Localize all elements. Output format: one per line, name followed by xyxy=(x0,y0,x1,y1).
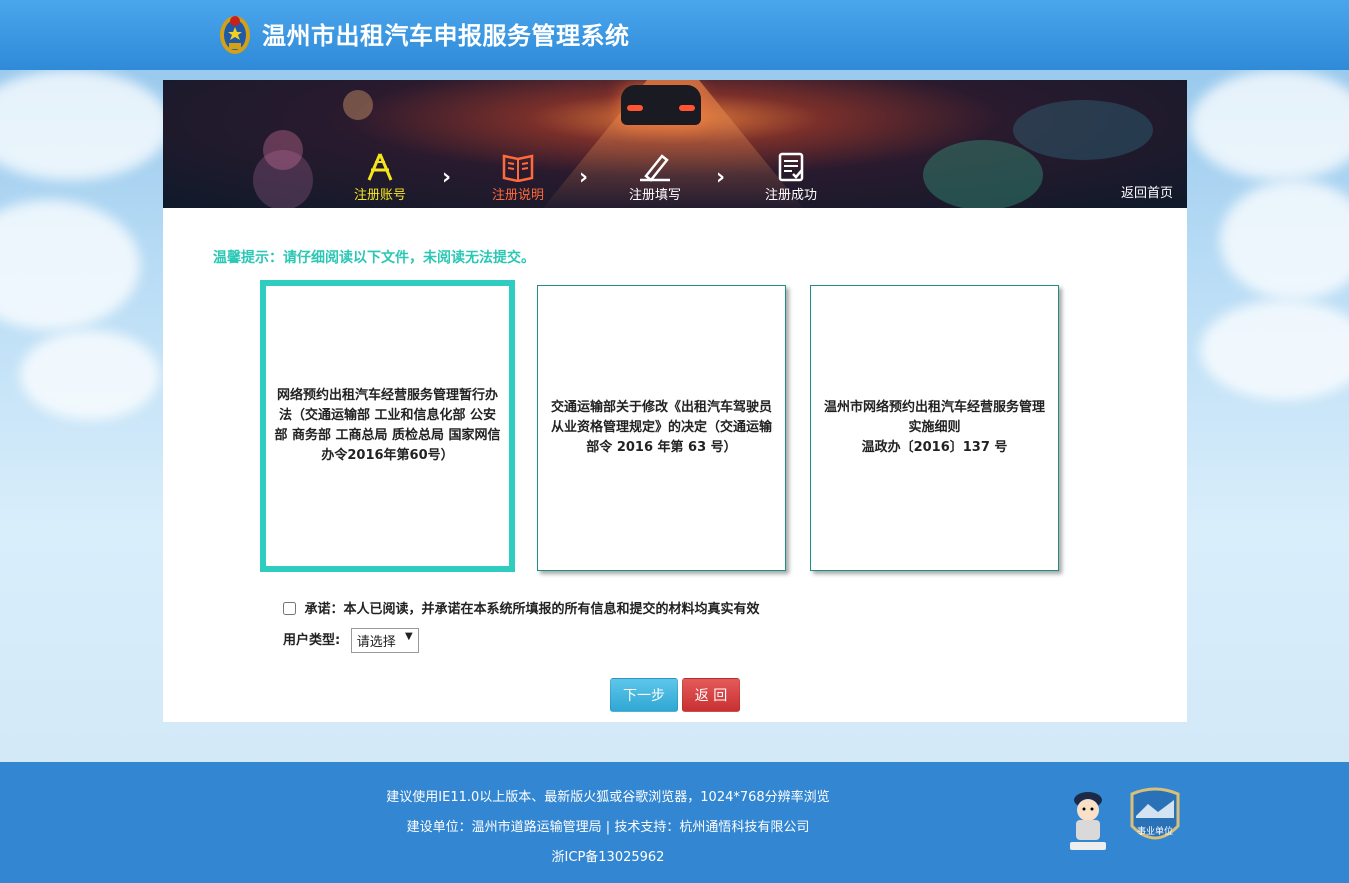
cloud-decoration xyxy=(1190,70,1349,180)
document-card[interactable]: 网络预约出租汽车经营服务管理暂行办法（交通运输部 工业和信息化部 公安部 商务部… xyxy=(260,280,515,572)
cloud-decoration xyxy=(0,200,140,330)
user-type-row: 用户类型: 请选择 ▼ xyxy=(283,628,419,653)
dropdown-arrow-icon: ▼ xyxy=(405,631,413,642)
chevron-right-icon: › xyxy=(442,165,452,190)
top-header: 温州市出租汽车申报服务管理系统 xyxy=(0,0,1349,70)
next-step-button[interactable]: 下一步 xyxy=(610,678,678,712)
badge-text: 事业单位 xyxy=(1136,827,1173,837)
warm-tip: 温馨提示：请仔细阅读以下文件，未阅读无法提交。 xyxy=(213,250,535,266)
cloud-decoration xyxy=(1220,180,1349,300)
bokeh-decoration xyxy=(343,90,373,120)
chevron-right-icon: › xyxy=(579,165,589,190)
public-institution-badge-icon xyxy=(1130,787,1180,840)
document-card[interactable]: 交通运输部关于修改《出租汽车驾驶员从业资格管理规定》的决定（交通运输部令 201… xyxy=(537,285,786,571)
checklist-icon xyxy=(778,152,804,182)
cloud-decoration xyxy=(1200,300,1349,400)
cloud-decoration xyxy=(20,330,160,420)
step-label: 注册填写 xyxy=(628,188,681,203)
document-title: 交通运输部关于修改《出租汽车驾驶员从业资格管理规定》的决定（交通运输部令 201… xyxy=(550,400,772,455)
police-mascot-icon xyxy=(1070,792,1106,850)
document-card[interactable]: 温州市网络预约出租汽车经营服务管理实施细则 温政办〔2016〕137 号 xyxy=(810,285,1059,571)
back-home-link[interactable]: 返回首页 xyxy=(1121,182,1173,201)
chevron-right-icon: › xyxy=(716,165,726,190)
browser-recommendation: 建议使用IE11.0以上版本、最新版火狐或谷歌浏览器，1024*768分辨率浏览 xyxy=(386,790,830,805)
promise-checkbox[interactable] xyxy=(283,602,296,615)
compass-icon xyxy=(367,153,393,181)
police-emblem-icon xyxy=(220,16,250,54)
cloud-decoration xyxy=(0,70,170,180)
step-register-fill: 注册填写 xyxy=(610,150,700,203)
step-register-account: 注册账号 xyxy=(335,150,425,203)
book-icon xyxy=(502,154,534,182)
pen-icon xyxy=(640,154,670,182)
step-label: 注册成功 xyxy=(764,188,817,203)
step-label: 注册账号 xyxy=(353,188,406,203)
step-label: 注册说明 xyxy=(491,188,544,203)
footer: 建议使用IE11.0以上版本、最新版火狐或谷歌浏览器，1024*768分辨率浏览… xyxy=(0,762,1349,883)
builder-info: 建设单位：温州市道路运输管理局 | 技术支持：杭州通悟科技有限公司 xyxy=(406,820,810,835)
car-graphic xyxy=(621,85,701,125)
step-register-success: 注册成功 xyxy=(746,150,836,203)
user-type-label: 用户类型: xyxy=(283,633,341,648)
user-type-select[interactable]: 请选择 ▼ xyxy=(350,628,419,653)
icp-number[interactable]: 浙ICP备13025962 xyxy=(0,846,1216,865)
user-type-value: 请选择 xyxy=(356,635,396,650)
banner: 注册账号 › 注册说明 › 注册填写 › 注册成功 返回首页 xyxy=(163,80,1187,208)
back-button[interactable]: 返 回 xyxy=(682,678,740,712)
step-register-notice: 注册说明 xyxy=(473,150,563,203)
document-title: 网络预约出租汽车经营服务管理暂行办法（交通运输部 工业和信息化部 公安部 商务部… xyxy=(274,388,501,463)
main-panel: 注册账号 › 注册说明 › 注册填写 › 注册成功 返回首页 温馨提示：请仔细阅… xyxy=(163,80,1187,722)
promise-label: 承诺：本人已阅读，并承诺在本系统所填报的所有信息和提交的材料均真实有效 xyxy=(304,602,760,617)
register-steps: 注册账号 › 注册说明 › 注册填写 › 注册成功 xyxy=(163,140,1187,208)
promise-row: 承诺：本人已阅读，并承诺在本系统所填报的所有信息和提交的材料均真实有效 xyxy=(283,598,760,617)
site-title: 温州市出租汽车申报服务管理系统 xyxy=(262,22,630,50)
document-title: 温州市网络预约出租汽车经营服务管理实施细则 温政办〔2016〕137 号 xyxy=(823,400,1045,455)
